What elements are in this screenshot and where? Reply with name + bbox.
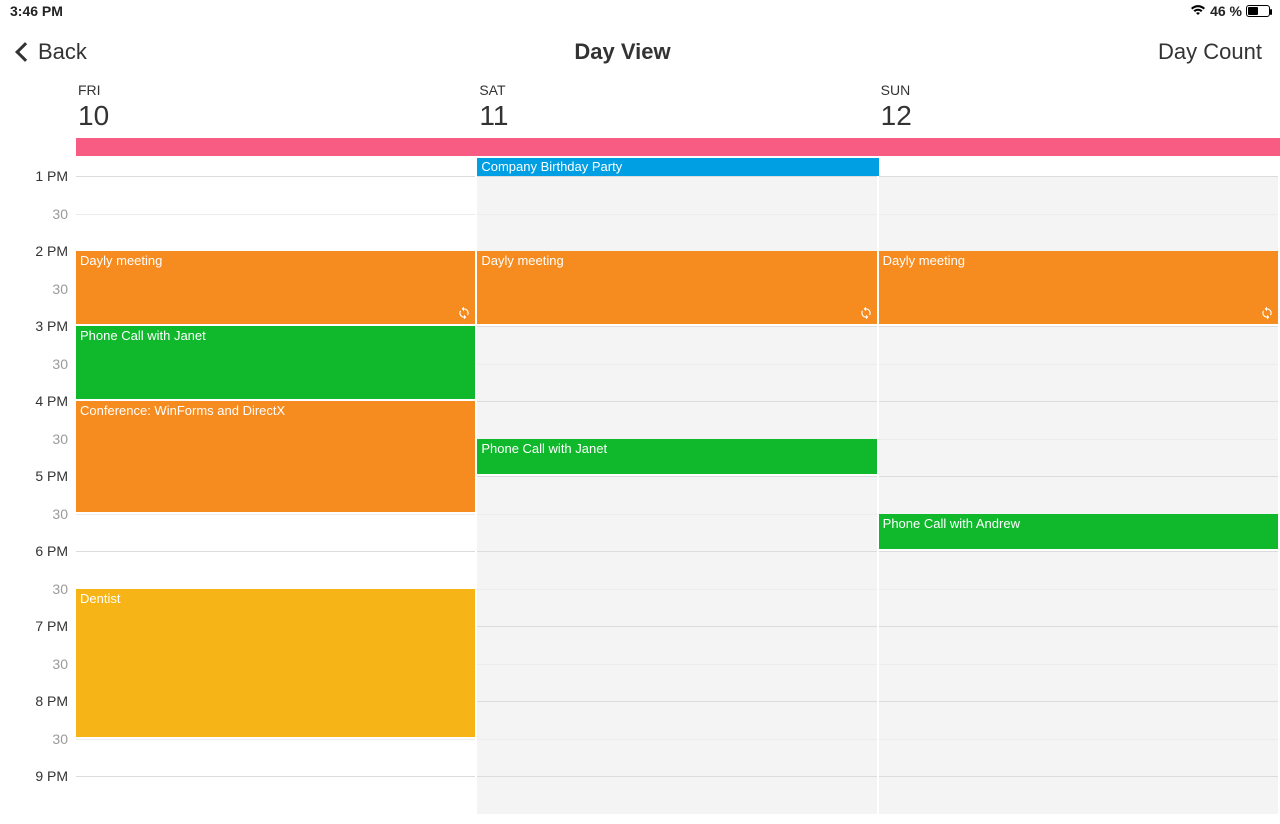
calendar-event[interactable]: Dentist: [76, 589, 475, 739]
time-slot[interactable]: [879, 176, 1278, 214]
time-slot[interactable]: [477, 626, 876, 664]
time-slot[interactable]: [477, 514, 876, 552]
time-slot[interactable]: [879, 326, 1278, 364]
allday-span-bar[interactable]: [76, 138, 1280, 156]
time-label-hour: 7 PM: [35, 618, 68, 634]
time-label-minor: 30: [52, 731, 68, 747]
time-slot[interactable]: [76, 176, 475, 214]
time-slot[interactable]: [879, 626, 1278, 664]
allday-event[interactable]: Company Birthday Party: [477, 158, 878, 176]
time-label-minor: 30: [52, 581, 68, 597]
recurring-icon: [859, 306, 873, 320]
time-slot[interactable]: [477, 176, 876, 214]
time-slot[interactable]: [76, 776, 475, 814]
time-slot[interactable]: [879, 589, 1278, 627]
day-of-week: FRI: [78, 82, 475, 98]
time-slot[interactable]: [477, 476, 876, 514]
time-label-minor: 30: [52, 281, 68, 297]
time-slot[interactable]: [477, 214, 876, 252]
calendar-event[interactable]: Phone Call with Janet: [477, 439, 876, 477]
calendar-event[interactable]: Dayly meeting: [76, 251, 475, 326]
day-header-1[interactable]: SAT 11: [477, 82, 878, 132]
recurring-icon: [457, 306, 471, 320]
time-label-hour: 8 PM: [35, 693, 68, 709]
time-slot[interactable]: [477, 589, 876, 627]
back-button[interactable]: Back: [18, 39, 87, 65]
day-header-0[interactable]: FRI 10: [76, 82, 477, 132]
day-header-2[interactable]: SUN 12: [879, 82, 1280, 132]
page-title: Day View: [574, 39, 670, 65]
time-slot[interactable]: [879, 664, 1278, 702]
time-label-minor: 30: [52, 206, 68, 222]
battery-icon: [1246, 5, 1270, 17]
calendar: FRI 10SAT 11 SUN 12 Company Birthday Party 1…: [0, 82, 1280, 814]
time-slot[interactable]: [879, 401, 1278, 439]
time-slot[interactable]: [879, 776, 1278, 814]
time-label-hour: 5 PM: [35, 468, 68, 484]
day-number: 12: [881, 100, 1278, 132]
time-slot[interactable]: [477, 739, 876, 777]
recurring-icon: [1260, 306, 1274, 320]
time-label-hour: 6 PM: [35, 543, 68, 559]
time-slot[interactable]: [879, 739, 1278, 777]
time-slot[interactable]: [879, 364, 1278, 402]
calendar-event[interactable]: Phone Call with Andrew: [879, 514, 1278, 552]
time-slot[interactable]: [477, 776, 876, 814]
status-right: 46 %: [1190, 3, 1270, 19]
calendar-event[interactable]: Phone Call with Janet: [76, 326, 475, 401]
time-label-minor: 30: [52, 431, 68, 447]
time-label-hour: 1 PM: [35, 168, 68, 184]
allday-row: [76, 138, 1280, 156]
battery-percent: 46 %: [1210, 3, 1242, 19]
day-columns[interactable]: Dayly meetingPhone Call with JanetConfer…: [76, 176, 1280, 814]
status-time: 3:46 PM: [10, 3, 63, 19]
time-slot[interactable]: [477, 551, 876, 589]
time-label-minor: 30: [52, 356, 68, 372]
day-number: 10: [78, 100, 475, 132]
status-bar: 3:46 PM 46 %: [0, 0, 1280, 22]
day-headers: FRI 10SAT 11 SUN 12: [0, 82, 1280, 132]
back-label: Back: [38, 39, 87, 65]
day-column[interactable]: Dayly meeting Phone Call with Andrew: [879, 176, 1280, 814]
time-label-hour: 3 PM: [35, 318, 68, 334]
time-slot[interactable]: [76, 514, 475, 552]
day-of-week: SAT: [479, 82, 876, 98]
time-slot[interactable]: [477, 664, 876, 702]
calendar-event[interactable]: Dayly meeting: [477, 251, 876, 326]
calendar-event[interactable]: Conference: WinForms and DirectX: [76, 401, 475, 514]
wifi-icon: [1190, 3, 1206, 19]
time-slot[interactable]: [76, 214, 475, 252]
time-label-hour: 4 PM: [35, 393, 68, 409]
time-slot[interactable]: [477, 364, 876, 402]
time-label-hour: 2 PM: [35, 243, 68, 259]
calendar-event[interactable]: Dayly meeting: [879, 251, 1278, 326]
time-slot[interactable]: [879, 551, 1278, 589]
day-number: 11: [479, 100, 876, 132]
time-label-hour: 9 PM: [35, 768, 68, 784]
time-label-minor: 30: [52, 506, 68, 522]
nav-bar: Back Day View Day Count: [0, 22, 1280, 82]
time-slot[interactable]: [477, 701, 876, 739]
time-slot[interactable]: [879, 214, 1278, 252]
chevron-left-icon: [15, 42, 35, 62]
time-slot[interactable]: [477, 401, 876, 439]
time-slot[interactable]: [879, 476, 1278, 514]
day-column[interactable]: Dayly meetingPhone Call with JanetConfer…: [76, 176, 477, 814]
time-slot[interactable]: [76, 551, 475, 589]
time-slot[interactable]: [76, 739, 475, 777]
time-slot[interactable]: [477, 326, 876, 364]
time-label-minor: 30: [52, 656, 68, 672]
day-of-week: SUN: [881, 82, 1278, 98]
allday-events-row: Company Birthday Party: [76, 158, 1280, 176]
day-count-button[interactable]: Day Count: [1158, 39, 1262, 65]
day-column[interactable]: Dayly meeting Phone Call with Janet: [477, 176, 878, 814]
time-grid: 1 PM302 PM303 PM304 PM305 PM306 PM307 PM…: [0, 176, 1280, 814]
time-slot[interactable]: [879, 439, 1278, 477]
time-slot[interactable]: [879, 701, 1278, 739]
